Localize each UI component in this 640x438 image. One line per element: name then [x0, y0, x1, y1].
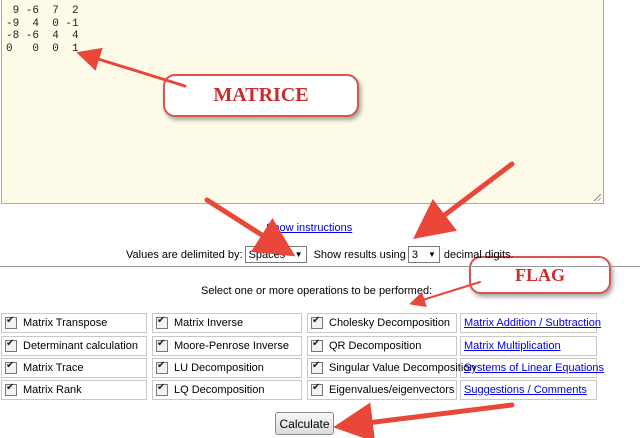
- arrow-to-checkboxes: [409, 281, 481, 308]
- arrow-to-delimiter-select: [204, 197, 296, 257]
- arrow-to-calculate-button: [333, 402, 515, 438]
- arrow-to-digits-select: [413, 161, 515, 240]
- arrow-to-matrix: [76, 47, 187, 88]
- annotation-arrows: [76, 47, 515, 438]
